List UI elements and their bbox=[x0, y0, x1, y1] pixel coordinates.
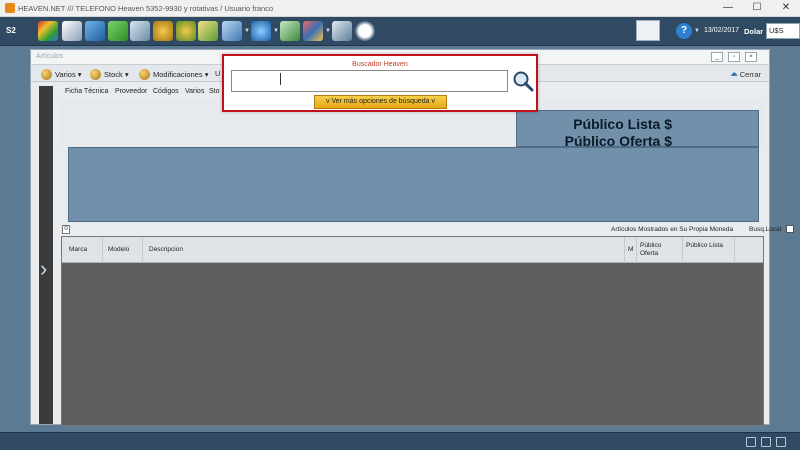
money-bag-icon[interactable] bbox=[153, 21, 173, 41]
text-cursor-icon bbox=[280, 73, 281, 85]
tab-varios[interactable]: Varios bbox=[185, 88, 204, 95]
window-titlebar: HEAVEN.NET /// TELEFONO Heaven 5352-9930… bbox=[0, 0, 800, 17]
column-header-marca[interactable]: Marca bbox=[69, 246, 87, 253]
menu-label: U bbox=[215, 69, 221, 78]
articles-grid[interactable]: Marca Modelo Descripcion M Público Ofert… bbox=[61, 236, 764, 426]
status-bar bbox=[0, 432, 800, 450]
menu-label: Varios bbox=[55, 70, 76, 79]
money-icon[interactable] bbox=[108, 21, 128, 41]
minimize-button[interactable]: — bbox=[714, 0, 742, 17]
tab-proveedor[interactable]: Proveedor bbox=[115, 88, 147, 95]
toolbar-label: S2 bbox=[6, 26, 16, 35]
truck-icon[interactable] bbox=[130, 21, 150, 41]
coins-icon[interactable] bbox=[176, 21, 196, 41]
chart-icon[interactable] bbox=[303, 21, 323, 41]
menu-stock[interactable]: Stock ▾ bbox=[90, 69, 129, 80]
chevron-down-icon[interactable]: ▼ bbox=[273, 28, 279, 34]
chevron-down-icon[interactable]: ▼ bbox=[325, 28, 331, 34]
globe-icon[interactable] bbox=[251, 21, 271, 41]
grid-header: Marca Modelo Descripcion M Público Ofert… bbox=[62, 237, 763, 263]
column-divider bbox=[734, 237, 735, 263]
column-divider bbox=[624, 237, 625, 263]
coins-icon bbox=[139, 69, 150, 80]
busq-local-label: Busq.Local bbox=[749, 226, 782, 233]
tab-stock[interactable]: Sto bbox=[209, 88, 220, 95]
column-header-publico-lista[interactable]: Público Lista bbox=[686, 242, 724, 250]
books-icon[interactable] bbox=[62, 21, 82, 41]
document-icon[interactable] bbox=[746, 437, 756, 447]
busq-local-checkbox[interactable] bbox=[786, 225, 794, 233]
bills-icon[interactable] bbox=[198, 21, 218, 41]
menu-label: Stock bbox=[104, 70, 123, 79]
column-divider bbox=[636, 237, 637, 263]
search-input[interactable] bbox=[231, 70, 508, 92]
coins-icon bbox=[90, 69, 101, 80]
side-panel-toggle[interactable]: › bbox=[39, 86, 53, 424]
menu-modificaciones[interactable]: Modificaciones ▾ bbox=[139, 69, 208, 80]
menu-u[interactable]: U bbox=[215, 69, 220, 78]
child-maximize-button[interactable]: ▫ bbox=[728, 52, 740, 62]
child-minimize-button[interactable]: _ bbox=[711, 52, 723, 62]
article-count: 0 bbox=[62, 225, 70, 234]
column-divider bbox=[682, 237, 683, 263]
cerrar-label: Cerrar bbox=[739, 70, 761, 79]
column-header-m[interactable]: M bbox=[628, 246, 633, 253]
documents-icon[interactable] bbox=[85, 21, 105, 41]
coins-icon bbox=[41, 69, 52, 80]
search-icon[interactable] bbox=[512, 70, 534, 92]
current-date: 13/02/2017 bbox=[704, 27, 740, 34]
calculator-icon[interactable] bbox=[332, 21, 352, 41]
column-header-modelo[interactable]: Modelo bbox=[108, 246, 129, 253]
box-icon[interactable] bbox=[222, 21, 242, 41]
tab-codigos[interactable]: Códigos bbox=[153, 88, 179, 95]
menu-varios[interactable]: Varios ▾ bbox=[41, 69, 82, 80]
menu-label: Modificaciones bbox=[153, 70, 203, 79]
price-lista-label: Público Lista $ bbox=[573, 116, 672, 132]
currency-value: U$S 16,0 bbox=[766, 23, 800, 39]
price-box: Público Lista $ Público Oferta $ bbox=[516, 110, 759, 149]
main-toolbar: S2 ▼ ▼ ▼ ? ▼ 13/02/2017 Dolar U$S 16,0 bbox=[0, 17, 800, 46]
search-title: Buscador Heaven bbox=[352, 61, 408, 68]
arrow-up-icon: ⏶ bbox=[730, 69, 738, 79]
article-info-area bbox=[68, 147, 759, 222]
search-dialog: Buscador Heaven v Ver más opciones de bú… bbox=[222, 54, 538, 112]
column-header-publico-oferta[interactable]: Público Oferta bbox=[640, 242, 678, 258]
column-header-descripcion[interactable]: Descripcion bbox=[149, 246, 183, 253]
palette-icon[interactable] bbox=[38, 21, 58, 41]
more-search-options-button[interactable]: v Ver más opciones de búsqueda v bbox=[314, 95, 447, 109]
currency-label: Dolar bbox=[744, 27, 764, 36]
chevron-down-icon[interactable]: ▼ bbox=[244, 28, 250, 34]
column-divider bbox=[142, 237, 143, 263]
window-title: HEAVEN.NET /// TELEFONO Heaven 5352-9930… bbox=[18, 4, 274, 13]
chevron-down-icon[interactable]: ▼ bbox=[694, 28, 700, 34]
help-icon[interactable]: ? bbox=[676, 23, 692, 39]
close-button[interactable]: ✕ bbox=[772, 0, 800, 17]
maximize-button[interactable]: ☐ bbox=[743, 0, 771, 17]
column-divider bbox=[102, 237, 103, 263]
toolbar-blank-box bbox=[636, 20, 660, 41]
articles-title: Artículos bbox=[36, 53, 64, 60]
currency-info-text: Artículos Mostrados en Su Propia Moneda bbox=[611, 226, 734, 233]
arrow-export-icon[interactable] bbox=[280, 21, 300, 41]
app-logo-icon bbox=[5, 3, 15, 13]
child-close-button[interactable]: × bbox=[745, 52, 757, 62]
printer-icon[interactable] bbox=[761, 437, 771, 447]
grid-info-line: 0 Artículos Mostrados en Su Propia Moned… bbox=[61, 224, 794, 236]
cerrar-button[interactable]: ⏶ Cerrar bbox=[731, 69, 761, 80]
tab-ficha-tecnica[interactable]: Ficha Técnica bbox=[65, 88, 108, 95]
export-icon[interactable] bbox=[776, 437, 786, 447]
chevron-right-icon[interactable]: › bbox=[40, 258, 47, 280]
clock-icon[interactable] bbox=[355, 21, 375, 41]
